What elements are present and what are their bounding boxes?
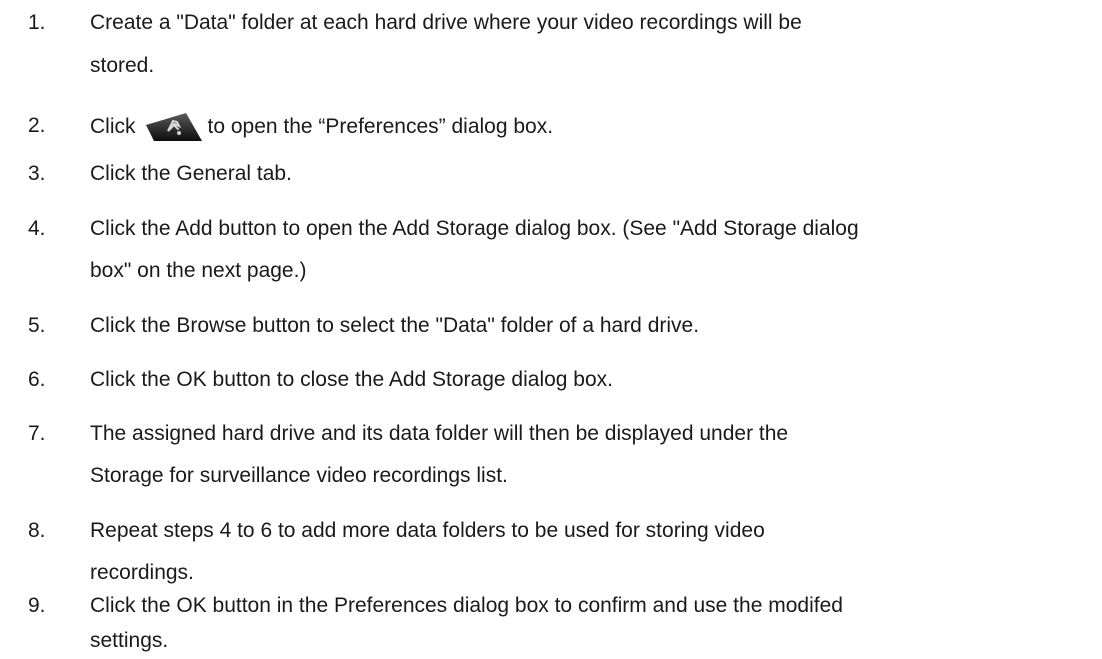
step-number: 9. (28, 594, 46, 617)
step-number: 8. (28, 519, 46, 542)
step-number: 6. (28, 368, 46, 391)
step-number: 4. (28, 217, 46, 240)
instruction-list: 1. Create a "Data" folder at each hard d… (0, 0, 1102, 659)
preferences-tool-icon (145, 113, 202, 141)
step-text: Click the Add button to open the Add Sto… (90, 217, 859, 240)
step-text: recordings. (90, 561, 194, 584)
step-number: 1. (28, 11, 46, 34)
step-text: box" on the next page.) (90, 259, 307, 282)
step-text: Click the Browse button to select the "D… (90, 314, 700, 337)
step-text: Create a "Data" folder at each hard driv… (90, 11, 802, 34)
step-text-before-icon: Click (90, 115, 136, 138)
step-text: settings. (90, 629, 169, 652)
step-text: Repeat steps 4 to 6 to add more data fol… (90, 519, 765, 542)
step-number: 7. (28, 422, 46, 445)
step-number: 2. (28, 114, 46, 137)
step-number: 5. (28, 314, 46, 337)
step-text: Click the OK button to close the Add Sto… (90, 368, 613, 391)
step-text-after-icon: to open the “Preferences” dialog box. (207, 115, 554, 138)
step-text: Click to open the “Preferences” dialog b… (90, 113, 553, 141)
step-text: Click the General tab. (90, 162, 292, 185)
step-number: 3. (28, 162, 46, 185)
step-text: Click the OK button in the Preferences d… (90, 594, 843, 617)
step-text: Storage for surveillance video recording… (90, 464, 508, 487)
step-text: stored. (90, 54, 155, 77)
step-text: The assigned hard drive and its data fol… (90, 422, 789, 445)
